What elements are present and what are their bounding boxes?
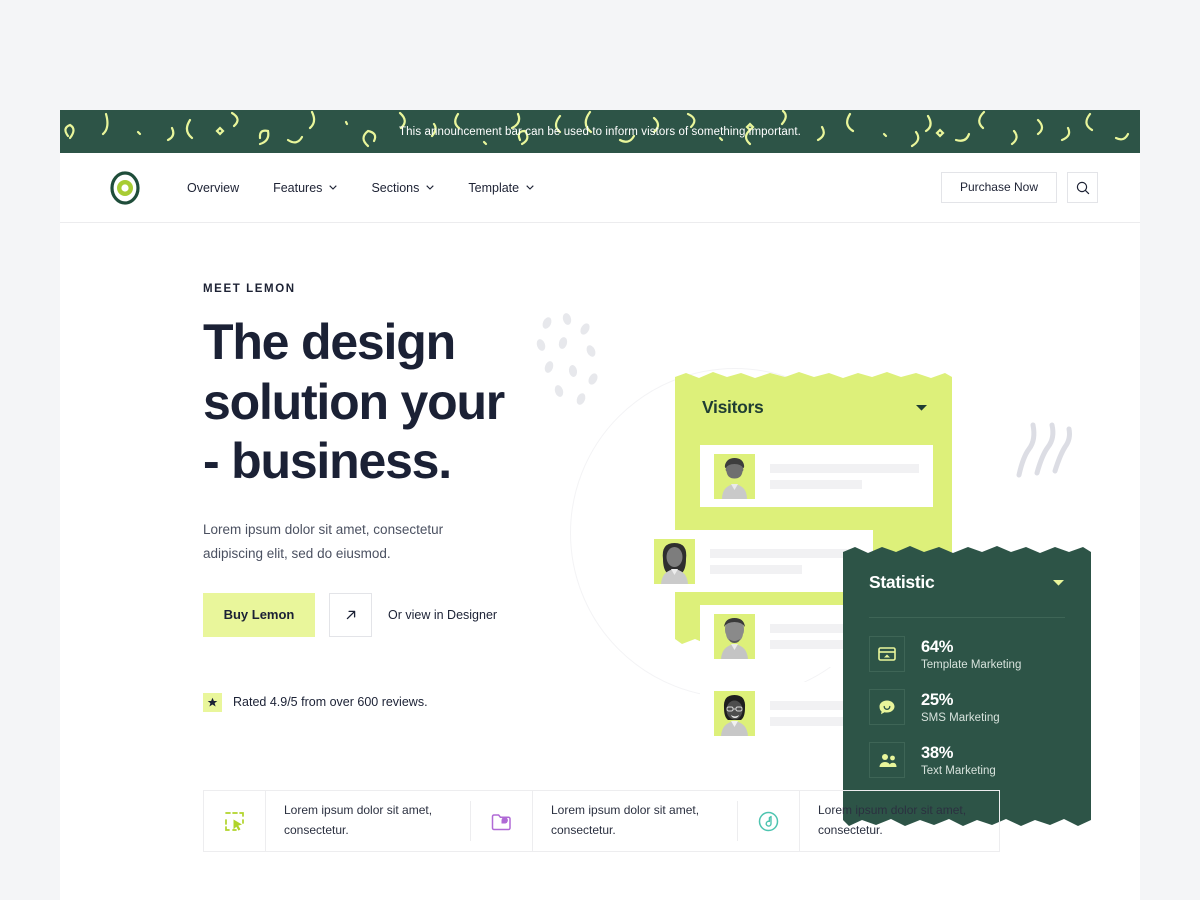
statistic-item: 64% Template Marketing <box>869 636 1065 672</box>
statistic-label: Template Marketing <box>921 658 1022 671</box>
buy-lemon-button[interactable]: Buy Lemon <box>203 592 315 637</box>
star-icon <box>207 697 218 707</box>
statistic-card-title: Statistic <box>869 572 935 592</box>
nav-actions: Purchase Now <box>940 172 1098 203</box>
feature-item[interactable]: Lorem ipsum dolor sit amet, consectetur. <box>204 791 471 851</box>
nav-item-label: Features <box>273 180 323 195</box>
statistic-item-text: 64% Template Marketing <box>921 638 1021 671</box>
statistic-item: 25% SMS Marketing <box>869 689 1065 725</box>
nav-item-template[interactable]: Template <box>468 181 534 195</box>
portrait-person-1-avatar <box>714 453 755 499</box>
feature-icon-cell <box>204 791 266 851</box>
visitor-row-placeholder-bars <box>770 463 919 489</box>
statistic-card: Statistic 64% Template Marketing 25% SMS… <box>843 545 1091 827</box>
selection-cursor-icon <box>225 811 244 831</box>
hero-artwork: Visitors Statistic 64% Template Marketin… <box>536 223 1140 826</box>
hero-copy: MEET LEMON The design solution your - bu… <box>203 283 563 712</box>
star-badge <box>203 692 222 712</box>
chevron-down-icon <box>329 185 338 190</box>
rating-text: Rated 4.9/5 from over 600 reviews. <box>233 695 428 710</box>
visitors-card-title: Visitors <box>702 397 764 417</box>
hero-subtext: Lorem ipsum dolor sit amet, consectetur … <box>203 521 444 561</box>
feature-text: Lorem ipsum dolor sit amet, consectetur. <box>533 801 738 841</box>
placeholder-bar <box>770 463 919 473</box>
designer-link-label: Or view in Designer <box>388 607 498 622</box>
nav-item-overview[interactable]: Overview <box>187 181 239 195</box>
nav-item-sections[interactable]: Sections <box>371 180 435 195</box>
page-content: This announcement bar can be used to inf… <box>60 110 1140 900</box>
chevron-down-icon <box>426 185 435 190</box>
users-group-icon <box>879 753 896 767</box>
announcement-bar: This announcement bar can be used to inf… <box>60 110 1140 153</box>
headline-line-1: The design <box>203 314 456 370</box>
hero-eyebrow: MEET LEMON <box>203 283 296 295</box>
nav-item-features[interactable]: Features <box>273 180 338 195</box>
rating-block: Rated 4.9/5 from over 600 reviews. <box>203 692 563 712</box>
portrait-person-2-avatar <box>654 538 695 584</box>
chevron-down-icon[interactable] <box>1052 579 1065 587</box>
search-icon <box>1076 181 1089 194</box>
feature-icon-cell <box>738 791 800 851</box>
visitor-row[interactable] <box>640 530 873 592</box>
statistic-icon-box <box>869 689 905 725</box>
placeholder-bar <box>710 548 859 558</box>
visitor-row-placeholder-bars <box>710 548 859 574</box>
statistic-percent: 64% <box>921 637 954 656</box>
hero-headline: The design solution your - business. <box>203 313 563 492</box>
browser-window-icon <box>878 647 896 661</box>
main-navigation: Overview Features Sections Template Purc… <box>60 153 1140 223</box>
statistic-item: 38% Text Marketing <box>869 742 1065 778</box>
statistic-percent: 25% <box>921 690 954 709</box>
divider <box>869 617 1065 618</box>
arrow-up-right-icon <box>346 610 355 619</box>
gauge-icon <box>758 811 779 831</box>
chevron-down-icon <box>526 185 534 190</box>
visitors-card-header: Visitors <box>702 397 928 418</box>
placeholder-bar <box>770 479 863 489</box>
hero-section: MEET LEMON The design solution your - bu… <box>60 223 1140 826</box>
feature-item[interactable]: Lorem ipsum dolor sit amet, consectetur. <box>738 791 1005 851</box>
statistic-label: Text Marketing <box>921 764 996 777</box>
view-in-designer-link[interactable]: Or view in Designer <box>388 593 497 637</box>
nav-item-label: Sections <box>371 180 420 195</box>
headline-line-2: solution your <box>203 373 505 430</box>
statistic-icon-box <box>869 636 905 672</box>
purchase-now-button[interactable]: Purchase Now <box>940 172 1057 203</box>
folder-icon <box>491 813 511 830</box>
nav-item-label: Overview <box>187 180 240 195</box>
placeholder-bar <box>710 564 803 574</box>
statistic-percent: 38% <box>921 743 954 762</box>
statistic-label: SMS Marketing <box>921 711 1000 724</box>
visitor-row[interactable] <box>700 445 933 507</box>
statistic-item-text: 38% Text Marketing <box>921 744 996 777</box>
nav-links: Overview Features Sections Template <box>187 181 534 195</box>
view-in-designer-arrow-button[interactable] <box>329 592 372 637</box>
headline-line-3: - business. <box>203 433 452 489</box>
decorative-wave-lines <box>1016 422 1072 478</box>
portrait-person-3-avatar <box>714 613 755 659</box>
lemon-circle-logo-icon[interactable] <box>108 170 142 205</box>
feature-icon-cell <box>471 791 533 851</box>
features-strip: Lorem ipsum dolor sit amet, consectetur.… <box>203 790 1000 852</box>
announcement-text: This announcement bar can be used to inf… <box>399 125 801 138</box>
search-button[interactable] <box>1067 172 1098 203</box>
statistic-card-header: Statistic <box>869 572 1065 593</box>
statistic-item-text: 25% SMS Marketing <box>921 691 1000 724</box>
chat-bubble-icon <box>879 700 895 714</box>
statistic-icon-box <box>869 742 905 778</box>
nav-item-label: Template <box>468 180 520 195</box>
feature-item[interactable]: Lorem ipsum dolor sit amet, consectetur. <box>471 791 738 851</box>
portrait-person-4-avatar <box>714 690 755 736</box>
feature-text: Lorem ipsum dolor sit amet, consectetur. <box>818 803 967 837</box>
hero-cta-row: Buy Lemon Or view in Designer <box>203 592 563 637</box>
feature-text: Lorem ipsum dolor sit amet, consectetur. <box>266 801 471 841</box>
chevron-down-icon[interactable] <box>915 404 928 412</box>
